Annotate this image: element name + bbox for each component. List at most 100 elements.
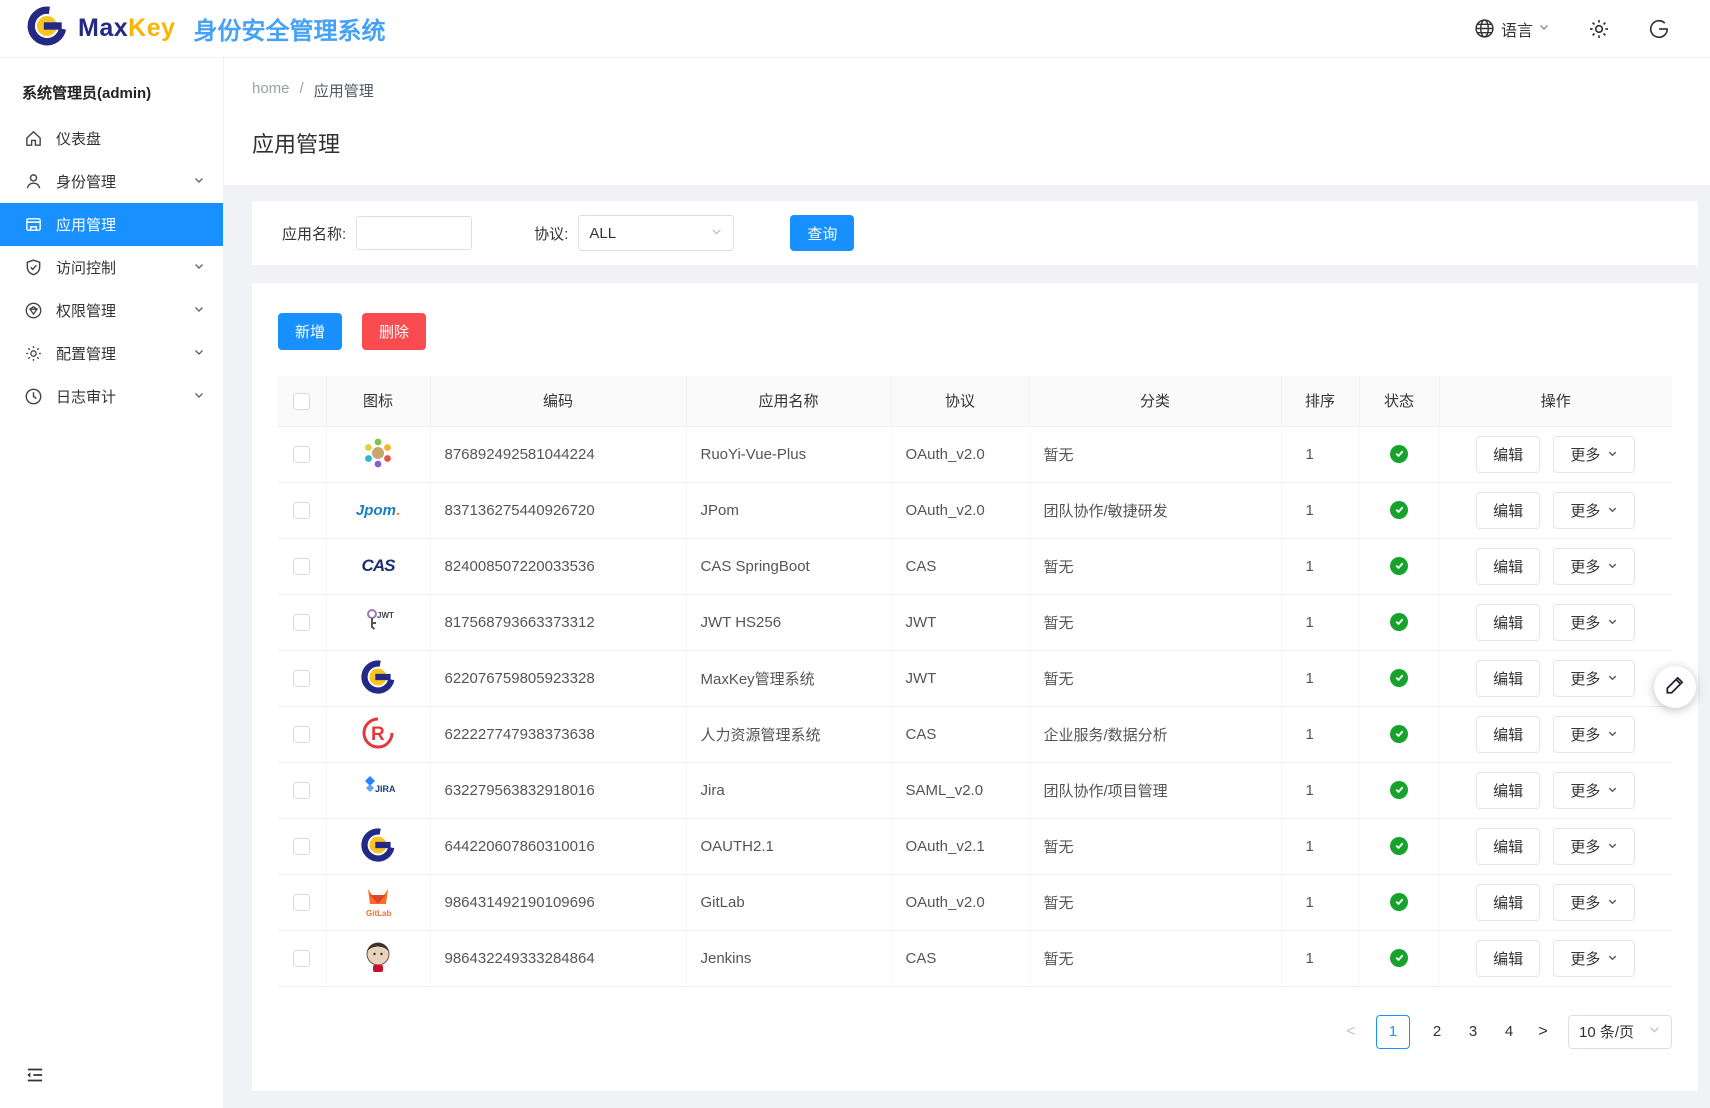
next-page-button[interactable]: >: [1536, 1023, 1550, 1041]
more-button[interactable]: 更多: [1553, 716, 1635, 753]
row-checkbox[interactable]: [293, 670, 310, 687]
main-content: home / 应用管理 应用管理 应用名称: 协议: ALL 查询 新增 删除: [224, 58, 1710, 1108]
identity-icon: [24, 172, 43, 191]
row-checkbox[interactable]: [293, 502, 310, 519]
app-name: JPom: [686, 482, 891, 538]
chevron-down-icon: [710, 225, 723, 242]
app-sort: 1: [1281, 874, 1359, 930]
more-button[interactable]: 更多: [1553, 884, 1635, 921]
table-row-5: R 622227747938373638 人力资源管理系统 CAS 企业服务/数…: [278, 706, 1672, 762]
edit-button[interactable]: 编辑: [1476, 828, 1540, 865]
delete-button[interactable]: 删除: [362, 313, 426, 350]
table-row-9: 986432249333284864 Jenkins CAS 暂无 1 编辑 更…: [278, 930, 1672, 986]
edit-button[interactable]: 编辑: [1476, 548, 1540, 585]
app-sort: 1: [1281, 594, 1359, 650]
app-protocol: CAS: [891, 930, 1029, 986]
breadcrumb-home-link[interactable]: home: [252, 80, 290, 101]
row-checkbox[interactable]: [293, 558, 310, 575]
col-header-actions: 操作: [1439, 376, 1672, 426]
page-button-2[interactable]: 2: [1428, 1023, 1446, 1040]
app-category: 企业服务/数据分析: [1029, 706, 1281, 762]
more-button[interactable]: 更多: [1553, 492, 1635, 529]
language-switcher[interactable]: 语言: [1474, 17, 1550, 41]
app-code: 622076759805923328: [430, 650, 686, 706]
logout-icon[interactable]: [1648, 18, 1670, 40]
sidebar-item-label: 访问控制: [56, 257, 116, 278]
app-code: 824008507220033536: [430, 538, 686, 594]
page-title: 应用管理: [252, 127, 1682, 159]
sidebar-item-4[interactable]: 权限管理: [0, 289, 223, 332]
collapse-sidebar-icon[interactable]: [24, 1064, 46, 1086]
row-checkbox[interactable]: [293, 614, 310, 631]
table-row-1: Jpom. 837136275440926720 JPom OAuth_v2.0…: [278, 482, 1672, 538]
floating-tool-button[interactable]: [1654, 666, 1696, 708]
more-button[interactable]: 更多: [1553, 660, 1635, 697]
col-header-sort: 排序: [1281, 376, 1359, 426]
brand-name: MaxKey: [78, 14, 176, 43]
more-button[interactable]: 更多: [1553, 548, 1635, 585]
edit-button[interactable]: 编辑: [1476, 940, 1540, 977]
maxkey-app: MaxKey 身份安全管理系统 语言: [0, 0, 1710, 1108]
more-button[interactable]: 更多: [1553, 604, 1635, 641]
svg-text:JIRA: JIRA: [375, 784, 396, 794]
sidebar-item-2[interactable]: 应用管理: [0, 203, 223, 246]
table-header-row: 图标 编码 应用名称 协议 分类 排序 状态 操作: [278, 376, 1672, 426]
app-name: JWT HS256: [686, 594, 891, 650]
settings-gear-icon[interactable]: [1588, 18, 1610, 40]
prev-page-button[interactable]: <: [1344, 1023, 1358, 1041]
select-all-checkbox[interactable]: [293, 393, 310, 410]
page-button-1[interactable]: 1: [1376, 1015, 1410, 1049]
app-name: Jira: [686, 762, 891, 818]
edit-button[interactable]: 编辑: [1476, 660, 1540, 697]
app-name: Jenkins: [686, 930, 891, 986]
chevron-down-icon: [1607, 502, 1618, 519]
page-size-select[interactable]: 10 条/页: [1568, 1015, 1672, 1049]
app-name-input[interactable]: [356, 216, 472, 250]
edit-button[interactable]: 编辑: [1476, 436, 1540, 473]
edit-button[interactable]: 编辑: [1476, 884, 1540, 921]
chevron-down-icon: [1607, 558, 1618, 575]
chevron-down-icon: [193, 259, 205, 276]
dashboard-icon: [24, 129, 43, 148]
app-sort: 1: [1281, 762, 1359, 818]
edit-button[interactable]: 编辑: [1476, 492, 1540, 529]
app-name: 人力资源管理系统: [686, 706, 891, 762]
row-checkbox[interactable]: [293, 726, 310, 743]
more-button[interactable]: 更多: [1553, 940, 1635, 977]
page-button-3[interactable]: 3: [1464, 1023, 1482, 1040]
chevron-down-icon: [1607, 670, 1618, 687]
app-sort: 1: [1281, 818, 1359, 874]
edit-button[interactable]: 编辑: [1476, 772, 1540, 809]
sidebar-item-6[interactable]: 日志审计: [0, 375, 223, 418]
sidebar-item-3[interactable]: 访问控制: [0, 246, 223, 289]
topbar-actions: 语言: [1474, 17, 1710, 41]
jenkins-logo: [358, 937, 398, 977]
sidebar-item-0[interactable]: 仪表盘: [0, 117, 223, 160]
app-category: 暂无: [1029, 538, 1281, 594]
protocol-select[interactable]: ALL: [578, 215, 734, 251]
more-button[interactable]: 更多: [1553, 772, 1635, 809]
edit-button[interactable]: 编辑: [1476, 716, 1540, 753]
row-checkbox[interactable]: [293, 782, 310, 799]
row-checkbox[interactable]: [293, 894, 310, 911]
sidebar-item-label: 配置管理: [56, 343, 116, 364]
status-enabled-icon: [1390, 501, 1408, 519]
maxkey-logo-icon: [26, 5, 68, 52]
app-name: RuoYi-Vue-Plus: [686, 426, 891, 482]
more-button[interactable]: 更多: [1553, 828, 1635, 865]
sidebar-item-1[interactable]: 身份管理: [0, 160, 223, 203]
edit-button[interactable]: 编辑: [1476, 604, 1540, 641]
more-button[interactable]: 更多: [1553, 436, 1635, 473]
add-button[interactable]: 新增: [278, 313, 342, 350]
svg-text:R: R: [371, 724, 385, 745]
sidebar-item-label: 身份管理: [56, 171, 116, 192]
sidebar-item-5[interactable]: 配置管理: [0, 332, 223, 375]
brand[interactable]: MaxKey 身份安全管理系统: [0, 5, 386, 52]
page-button-4[interactable]: 4: [1500, 1023, 1518, 1040]
row-checkbox[interactable]: [293, 950, 310, 967]
row-checkbox[interactable]: [293, 838, 310, 855]
row-checkbox[interactable]: [293, 446, 310, 463]
app-code: 632279563832918016: [430, 762, 686, 818]
query-button[interactable]: 查询: [790, 215, 854, 251]
app-sort: 1: [1281, 538, 1359, 594]
